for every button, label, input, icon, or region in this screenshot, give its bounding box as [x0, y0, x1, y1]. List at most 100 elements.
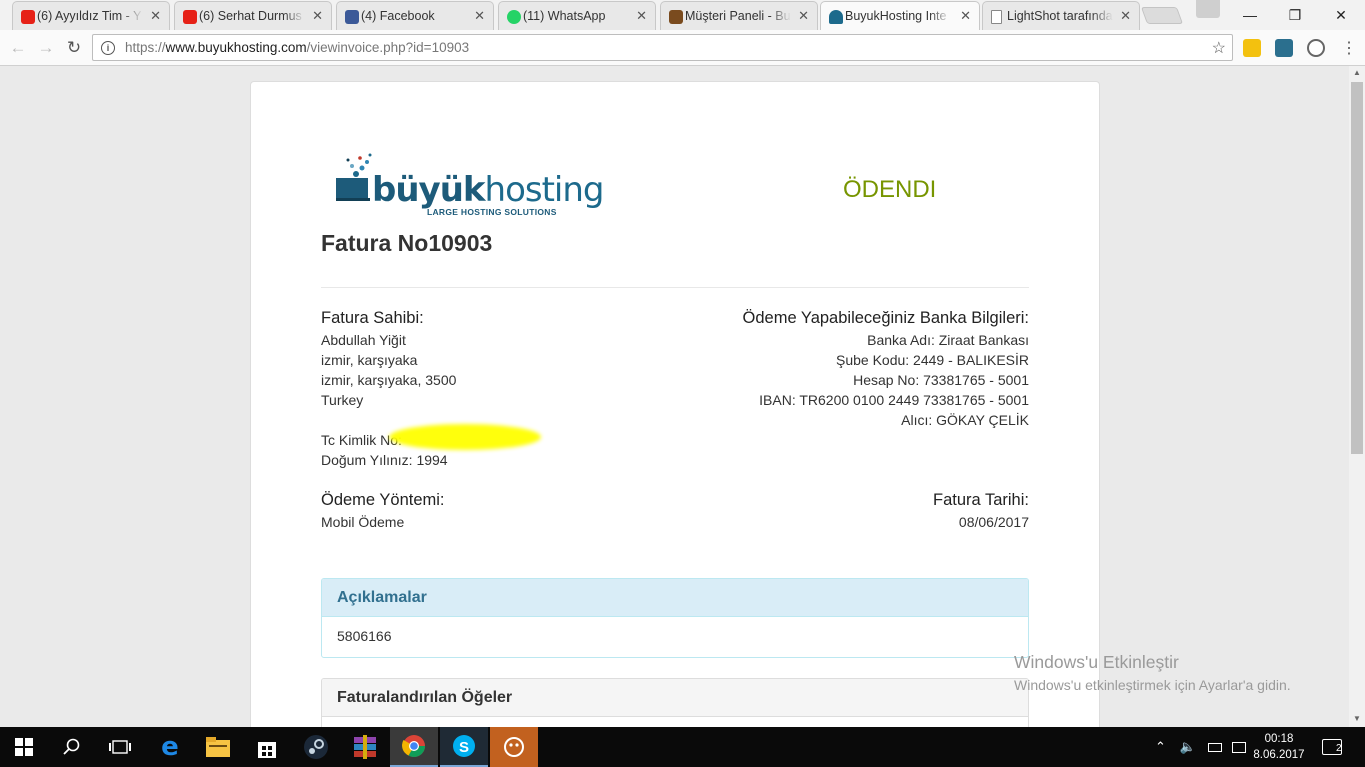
payment-method-heading: Ödeme Yöntemi:: [321, 491, 445, 509]
scroll-down-icon[interactable]: ▼: [1353, 714, 1361, 723]
invoice-card: büyükhosting LARGE HOSTING SOLUTIONS ÖDE…: [250, 81, 1100, 727]
restore-button[interactable]: ❐: [1272, 0, 1318, 30]
bank-info-section: Ödeme Yapabileceğiniz Banka Bilgileri: B…: [743, 307, 1029, 430]
chrome-icon[interactable]: [390, 727, 438, 767]
vertical-scrollbar[interactable]: ▲ ▼: [1349, 66, 1365, 727]
chevron-up-icon[interactable]: ⌃: [1155, 739, 1166, 755]
browser-tab-2[interactable]: (4) Facebook ✕: [336, 1, 494, 30]
new-tab-button[interactable]: [1140, 7, 1184, 24]
back-arrow-icon[interactable]: ←: [6, 36, 30, 60]
watermark-title: Windows'u Etkinleştir: [1014, 652, 1179, 672]
bank-heading: Ödeme Yapabileceğiniz Banka Bilgileri:: [742, 309, 1029, 327]
payment-method-value: Mobil Ödeme: [321, 514, 405, 530]
search-icon[interactable]: [48, 727, 96, 767]
browser-tab-3[interactable]: (11) WhatsApp ✕: [498, 1, 656, 30]
page-icon: [991, 10, 1002, 24]
payment-method-section: Ödeme Yöntemi: Mobil Ödeme: [321, 489, 445, 532]
items-panel: Faturalandırılan Öğeler: [321, 678, 1029, 727]
clock-time: 00:18: [1264, 733, 1294, 745]
edge-icon[interactable]: e: [146, 727, 194, 767]
company-logo: büyükhosting LARGE HOSTING SOLUTIONS: [334, 152, 605, 217]
browser-tab-1[interactable]: (6) Serhat Durmus ✕: [174, 1, 332, 30]
extension-mustache-icon[interactable]: [1275, 39, 1293, 57]
close-icon[interactable]: ✕: [798, 8, 809, 24]
logo-tagline: LARGE HOSTING SOLUTIONS: [427, 207, 557, 217]
close-icon[interactable]: ✕: [150, 8, 161, 24]
tab-label: BuyukHosting Inte: [845, 9, 947, 23]
page-title: Fatura No10903: [321, 230, 493, 256]
page-viewport: büyükhosting LARGE HOSTING SOLUTIONS ÖDE…: [0, 66, 1349, 727]
extension-yellow-icon[interactable]: [1243, 39, 1261, 57]
billed-country: Turkey: [321, 392, 364, 408]
bank-recipient: Alıcı: GÖKAY ÇELİK: [901, 412, 1029, 428]
notes-panel-value: 5806166: [337, 628, 392, 644]
close-icon[interactable]: ✕: [960, 8, 971, 24]
minimize-button[interactable]: —: [1227, 0, 1273, 30]
steam-icon[interactable]: [292, 727, 340, 767]
info-icon[interactable]: i: [101, 40, 115, 55]
file-explorer-icon[interactable]: [194, 727, 242, 767]
close-icon[interactable]: ✕: [636, 8, 647, 24]
close-icon[interactable]: ✕: [474, 8, 485, 24]
close-window-button[interactable]: ✕: [1318, 0, 1364, 30]
invoice-date-section: Fatura Tarihi: 08/06/2017: [933, 489, 1029, 532]
notification-center-icon[interactable]: 2: [1322, 739, 1342, 755]
bank-branch: Şube Kodu: 2449 - BALIKESİR: [835, 352, 1029, 368]
bank-iban: IBAN: TR6200 0100 2449 73381765 - 5001: [759, 392, 1029, 408]
browser-tab-6[interactable]: LightShot tarafında ✕: [982, 1, 1140, 30]
watermark-subtitle: Windows'u etkinleştirmek için Ayarlar'a …: [1014, 677, 1291, 693]
browser-tab-0[interactable]: (6) Ayyıldız Tim - Y ✕: [12, 1, 170, 30]
activation-watermark: Windows'u Etkinleştir Windows'u etkinleş…: [1014, 652, 1291, 693]
store-icon[interactable]: [243, 727, 291, 767]
tab-label: LightShot tarafında: [1007, 9, 1113, 23]
menu-dots-icon[interactable]: ⋮: [1337, 36, 1361, 60]
items-panel-heading: Faturalandırılan Öğeler: [322, 679, 1028, 717]
taskbar-clock[interactable]: 00:18 8.06.2017: [1253, 731, 1305, 763]
facebook-icon: [345, 10, 359, 24]
profile-icon[interactable]: [1196, 0, 1220, 18]
billed-name: Abdullah Yiğit: [321, 332, 406, 348]
windows-logo-icon: [15, 738, 33, 756]
winrar-icon[interactable]: [341, 727, 389, 767]
bank-account: Hesap No: 73381765 - 5001: [853, 372, 1029, 388]
logo-wordmark: büyükhosting: [372, 170, 605, 210]
forward-arrow-icon[interactable]: →: [34, 36, 58, 60]
status-badge: ÖDENDI: [843, 176, 937, 203]
browser-tab-5[interactable]: BuyukHosting Inte ✕: [820, 1, 980, 30]
bank-name: Banka Adı: Ziraat Bankası: [867, 332, 1029, 348]
yellow-highlight-redaction: [389, 424, 541, 450]
task-view-icon[interactable]: [96, 727, 144, 767]
clock-date: 8.06.2017: [1253, 749, 1305, 761]
tab-label: Müşteri Paneli - Bu: [685, 9, 791, 23]
billed-address2: izmir, karşıyaka, 3500: [321, 372, 457, 388]
birth-year: Doğum Yılınız: 1994: [321, 452, 448, 468]
network-icon[interactable]: [1232, 741, 1247, 753]
battery-icon[interactable]: [1208, 742, 1223, 752]
bookmark-star-icon[interactable]: ☆: [1212, 38, 1226, 58]
address-bar[interactable]: i https://www.buyukhosting.com/viewinvoi…: [92, 34, 1233, 61]
reload-icon[interactable]: ↻: [62, 36, 86, 60]
hosting-icon: [829, 10, 843, 24]
divider: [321, 287, 1029, 288]
panel-icon: [669, 10, 683, 24]
scrollbar-thumb[interactable]: [1351, 82, 1363, 454]
tab-label: (6) Serhat Durmus: [199, 9, 302, 23]
svg-text:S: S: [459, 739, 469, 756]
invoice-date-heading: Fatura Tarihi:: [933, 491, 1029, 509]
browser-tab-4[interactable]: Müşteri Paneli - Bu ✕: [660, 1, 818, 30]
skype-icon[interactable]: S: [440, 727, 488, 767]
scroll-up-icon[interactable]: ▲: [1353, 68, 1361, 77]
notes-panel: Açıklamalar 5806166: [321, 578, 1029, 658]
logo-bold-text: büyük: [372, 170, 486, 210]
app-icon[interactable]: [490, 727, 538, 767]
extension-circle-icon[interactable]: [1307, 39, 1325, 57]
url-scheme: https://: [125, 40, 166, 55]
tab-label: (11) WhatsApp: [523, 9, 606, 23]
close-icon[interactable]: ✕: [312, 8, 323, 24]
close-icon[interactable]: ✕: [1120, 8, 1131, 24]
start-button[interactable]: [0, 727, 48, 767]
volume-icon[interactable]: 🔈: [1180, 739, 1196, 755]
url-host: www.buyukhosting.com: [165, 40, 307, 55]
tab-strip: (6) Ayyıldız Tim - Y ✕ (6) Serhat Durmus…: [0, 0, 1365, 30]
invoice-date-value: 08/06/2017: [958, 514, 1029, 530]
